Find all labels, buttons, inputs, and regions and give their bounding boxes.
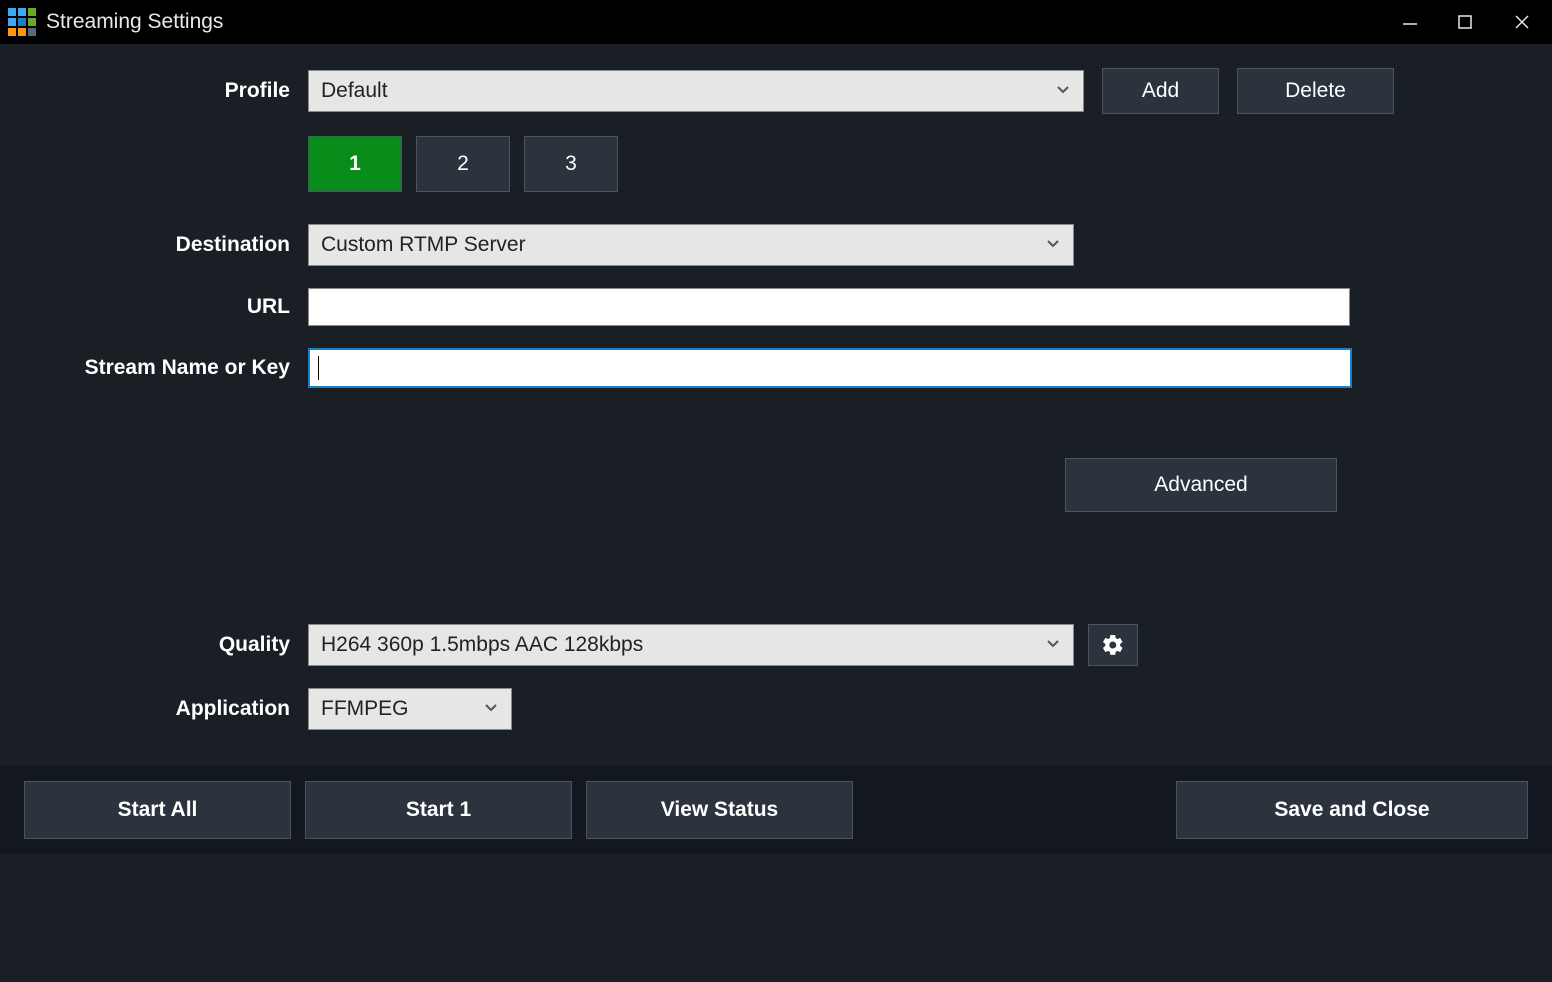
start-all-label: Start All (118, 798, 198, 822)
view-status-button[interactable]: View Status (586, 781, 853, 839)
content-area: Profile Default Add Delete 1 2 3 Destina… (0, 44, 1552, 854)
app-icon (8, 8, 36, 36)
footer-bar: Start All Start 1 View Status Save and C… (0, 766, 1552, 854)
chevron-down-icon (1045, 633, 1061, 657)
view-status-label: View Status (661, 798, 779, 822)
maximize-button[interactable] (1437, 4, 1492, 40)
delete-button[interactable]: Delete (1237, 68, 1394, 114)
url-input[interactable] (308, 288, 1350, 326)
advanced-button-label: Advanced (1154, 473, 1247, 497)
chevron-down-icon (483, 697, 499, 721)
tab-1[interactable]: 1 (308, 136, 402, 192)
save-and-close-button[interactable]: Save and Close (1176, 781, 1528, 839)
destination-select-value: Custom RTMP Server (321, 233, 526, 257)
tab-3-label: 3 (565, 152, 577, 176)
application-label: Application (0, 697, 308, 721)
text-cursor (318, 356, 319, 380)
quality-label: Quality (0, 633, 308, 657)
profile-select-value: Default (321, 79, 388, 103)
save-and-close-label: Save and Close (1274, 798, 1429, 822)
application-select-value: FFMPEG (321, 697, 409, 721)
start-all-button[interactable]: Start All (24, 781, 291, 839)
advanced-button[interactable]: Advanced (1065, 458, 1337, 512)
destination-label: Destination (0, 233, 308, 257)
add-button[interactable]: Add (1102, 68, 1219, 114)
url-label: URL (0, 295, 308, 319)
tab-2[interactable]: 2 (416, 136, 510, 192)
title-bar: Streaming Settings (0, 0, 1552, 44)
tab-1-label: 1 (349, 152, 361, 176)
application-select[interactable]: FFMPEG (308, 688, 512, 730)
profile-select[interactable]: Default (308, 70, 1084, 112)
chevron-down-icon (1045, 233, 1061, 257)
stream-key-input[interactable] (308, 348, 1352, 388)
gear-icon (1101, 633, 1125, 657)
stream-key-label: Stream Name or Key (0, 356, 308, 380)
close-button[interactable] (1492, 4, 1552, 40)
profile-label: Profile (0, 79, 308, 103)
destination-select[interactable]: Custom RTMP Server (308, 224, 1074, 266)
maximize-icon (1456, 13, 1474, 31)
quality-select[interactable]: H264 360p 1.5mbps AAC 128kbps (308, 624, 1074, 666)
start-1-label: Start 1 (406, 798, 471, 822)
minimize-button[interactable] (1382, 4, 1437, 40)
delete-button-label: Delete (1285, 79, 1346, 103)
add-button-label: Add (1142, 79, 1179, 103)
window-title: Streaming Settings (46, 10, 223, 34)
close-icon (1513, 13, 1531, 31)
start-1-button[interactable]: Start 1 (305, 781, 572, 839)
tab-2-label: 2 (457, 152, 469, 176)
tab-3[interactable]: 3 (524, 136, 618, 192)
chevron-down-icon (1055, 79, 1071, 103)
quality-settings-button[interactable] (1088, 624, 1138, 666)
minimize-icon (1401, 13, 1419, 31)
quality-select-value: H264 360p 1.5mbps AAC 128kbps (321, 633, 643, 657)
